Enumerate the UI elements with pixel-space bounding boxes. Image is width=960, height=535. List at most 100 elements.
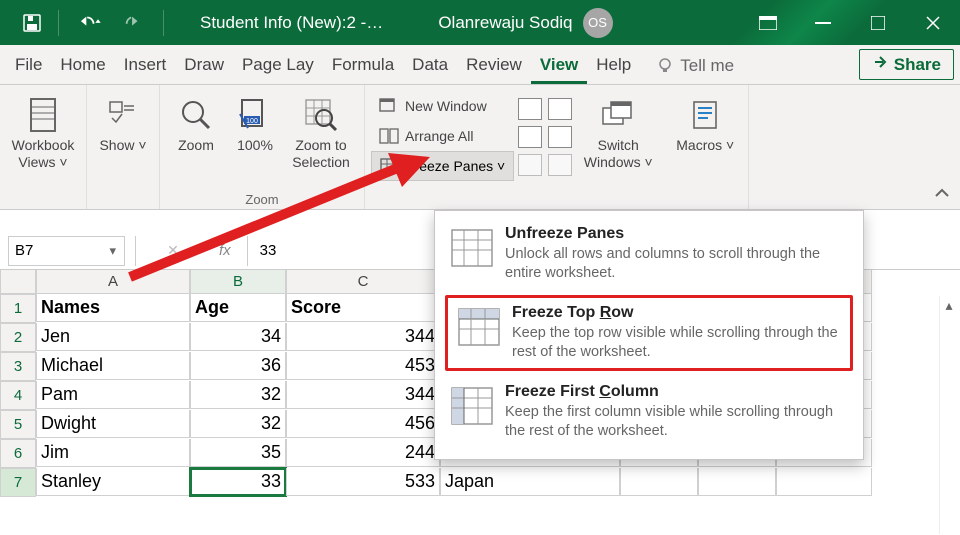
cell[interactable]: 344 [286, 323, 440, 351]
chevron-down-icon: ▾ [107, 243, 118, 259]
undo-icon[interactable] [75, 13, 109, 33]
row-header[interactable]: 6 [0, 439, 36, 468]
cell[interactable]: 32 [190, 410, 286, 438]
tab-formulas[interactable]: Formula [323, 47, 403, 84]
tab-help[interactable]: Help [587, 47, 640, 84]
formula-value[interactable]: 33 [260, 242, 277, 259]
tab-insert[interactable]: Insert [115, 47, 176, 84]
zoom-100-icon: 100 [238, 95, 272, 135]
menu-unfreeze-desc: Unlock all rows and columns to scroll th… [505, 245, 849, 283]
row-header[interactable]: 5 [0, 410, 36, 439]
tab-home[interactable]: Home [51, 47, 114, 84]
row-header[interactable]: 4 [0, 381, 36, 410]
cancel-formula-icon[interactable]: ✕ [161, 242, 185, 259]
maximize-icon[interactable] [850, 0, 905, 45]
menu-freeze-first-col-title: Freeze First Column [505, 383, 849, 401]
cell[interactable]: 344 [286, 381, 440, 409]
freeze-panes-button[interactable]: Freeze Panes ˅ [371, 151, 514, 181]
cell[interactable]: Age [190, 294, 286, 322]
workbook-views-label: Workbook Views ˅ [6, 137, 80, 171]
cell[interactable]: Names [36, 294, 190, 322]
cell[interactable]: Pam [36, 381, 190, 409]
vertical-scrollbar[interactable]: ▴ [939, 296, 957, 534]
sync-scroll-icon[interactable] [548, 126, 572, 148]
cell[interactable] [698, 468, 776, 496]
tell-me[interactable]: Tell me [650, 48, 740, 84]
save-icon[interactable] [22, 13, 42, 33]
minimize-icon[interactable] [795, 0, 850, 45]
unhide-icon[interactable] [518, 154, 542, 176]
name-box-value: B7 [15, 242, 33, 259]
switch-windows-label: Switch Windows ˅ [576, 137, 660, 171]
select-all[interactable] [0, 270, 36, 294]
cell[interactable]: 453 [286, 352, 440, 380]
row-header[interactable]: 3 [0, 352, 36, 381]
cell[interactable]: 34 [190, 323, 286, 351]
cell[interactable]: 533 [286, 468, 440, 496]
arrange-all-label: Arrange All [405, 128, 473, 144]
cell[interactable]: 35 [190, 439, 286, 467]
cell[interactable]: Dwight [36, 410, 190, 438]
tab-pagelayout[interactable]: Page Lay [233, 47, 323, 84]
tab-data[interactable]: Data [403, 47, 457, 84]
show-icon [108, 95, 138, 135]
zoom-selection[interactable]: Zoom to Selection [284, 91, 358, 171]
ribbon-tabs: File Home Insert Draw Page Lay Formula D… [0, 45, 960, 85]
switch-windows[interactable]: Switch Windows ˅ [576, 91, 660, 171]
menu-unfreeze[interactable]: Unfreeze Panes Unlock all rows and colum… [435, 217, 863, 291]
file-title: Student Info (New):2 -… [200, 13, 383, 33]
menu-freeze-first-col[interactable]: Freeze First Column Keep the first colum… [435, 375, 863, 449]
workbook-views[interactable]: Workbook Views ˅ [6, 91, 80, 171]
close-icon[interactable] [905, 0, 960, 45]
cell[interactable] [776, 468, 872, 496]
sbs-icon[interactable] [548, 98, 572, 120]
user-name: Olanrewaju Sodiq [438, 13, 572, 33]
cell[interactable]: 456 [286, 410, 440, 438]
row-header[interactable]: 2 [0, 323, 36, 352]
cell[interactable]: 32 [190, 381, 286, 409]
col-B[interactable]: B [190, 270, 286, 294]
cell[interactable] [620, 468, 698, 496]
tab-review[interactable]: Review [457, 47, 531, 84]
name-box[interactable]: B7 ▾ [8, 236, 125, 266]
share-button[interactable]: Share [859, 49, 954, 80]
arrange-all-icon [379, 126, 399, 146]
collapse-ribbon-icon[interactable] [934, 187, 950, 203]
hide-icon[interactable] [518, 126, 542, 148]
cell[interactable]: 36 [190, 352, 286, 380]
row-7: 7 Stanley 33 533 Japan [0, 468, 960, 497]
cell[interactable]: 244 [286, 439, 440, 467]
menu-freeze-top-row[interactable]: Freeze Top Row Keep the top row visible … [445, 295, 853, 371]
zoom-100[interactable]: 100 100% [228, 91, 282, 154]
tab-file[interactable]: File [6, 47, 51, 84]
col-C[interactable]: C [286, 270, 440, 294]
svg-text:100: 100 [246, 118, 258, 125]
zoom-group-label: Zoom [245, 190, 278, 209]
tab-draw[interactable]: Draw [175, 47, 233, 84]
new-window[interactable]: New Window [371, 91, 514, 121]
row-header[interactable]: 1 [0, 294, 36, 323]
ribbon-display-icon[interactable] [740, 0, 795, 45]
scroll-up-icon[interactable]: ▴ [940, 296, 958, 314]
cell[interactable]: Jen [36, 323, 190, 351]
arrange-all[interactable]: Arrange All [371, 121, 514, 151]
fx-icon[interactable]: fx [219, 242, 231, 259]
zoom[interactable]: Zoom [166, 91, 226, 154]
cell[interactable]: Japan [440, 468, 620, 496]
enter-formula-icon[interactable]: ✓ [185, 242, 209, 259]
cell[interactable]: Michael [36, 352, 190, 380]
cell-selected[interactable]: 33 [190, 468, 286, 496]
tab-view[interactable]: View [531, 47, 587, 84]
col-A[interactable]: A [36, 270, 190, 294]
reset-pos-icon[interactable] [548, 154, 572, 176]
show[interactable]: Show ˅ [93, 91, 153, 154]
cell[interactable]: Score [286, 294, 440, 322]
macros[interactable]: Macros ˅ [668, 91, 742, 154]
title-bar: Student Info (New):2 -… Olanrewaju Sodiq… [0, 0, 960, 45]
avatar[interactable]: OS [583, 8, 613, 38]
split-icon[interactable] [518, 98, 542, 120]
cell[interactable]: Stanley [36, 468, 190, 496]
cell[interactable]: Jim [36, 439, 190, 467]
row-header[interactable]: 7 [0, 468, 36, 497]
redo-icon[interactable] [123, 13, 147, 33]
